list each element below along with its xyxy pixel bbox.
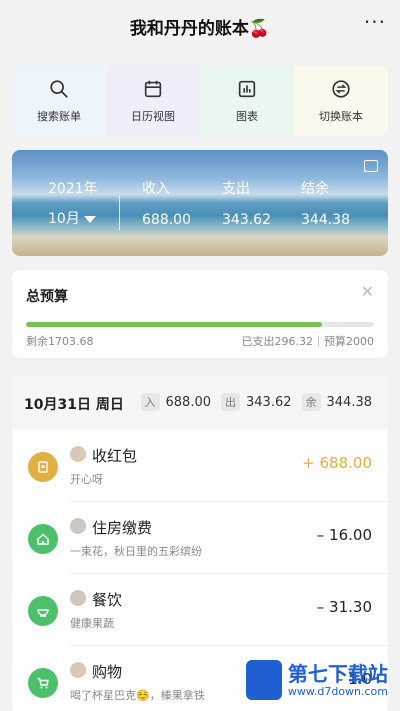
entry-amount: – 16.00 [316,526,372,544]
more-icon[interactable]: ··· [364,10,386,34]
budget-spent-total: 已支出296.32｜预算2000 [241,335,374,348]
expense-tag: 出 [221,393,240,411]
year-label: 2021年 [48,181,98,197]
month-label: 10月 [48,211,80,227]
balance-tag: 余 [301,393,321,411]
house-icon [28,524,58,554]
month-selector[interactable]: 10月 [48,208,96,228]
calendar-view-button[interactable]: 日历视图 [106,66,200,136]
budget-card[interactable]: 总预算 ✕ 剩余1703.68 已支出296.32｜预算2000 [12,270,388,358]
day-balance: 344.38 [326,394,373,410]
expense-summary: 支出 343.62 [222,178,271,228]
budget-remaining: 剩余1703.68 [26,335,94,348]
entry-amount: + 688.00 [302,454,372,472]
switch-book-label: 切换账本 [319,110,363,123]
entry-note: 喝了杯星巴克☺️，榛果拿铁 [70,689,205,702]
bowl-icon [28,596,58,626]
budget-progress-bar [26,322,374,327]
day-header: 10月31日 周日 入 688.00 出 343.62 余 344.38 [12,376,388,430]
budget-title: 总预算 [26,289,68,305]
income-tag: 入 [140,393,160,411]
entry-amount: – 31.30 [316,598,372,616]
watermark-title: 第七下载站 [287,661,388,686]
cart-icon [28,668,58,698]
quick-actions: 搜索账单 日历视图 图表 切换账本 [12,66,388,136]
entry-name: 购物 [92,663,123,681]
calendar-view-label: 日历视图 [131,110,175,123]
day-sums: 入 688.00 出 343.62 余 344.38 [131,393,373,411]
balance-value: 344.38 [301,212,350,228]
chart-icon [238,80,256,98]
charts-button[interactable]: 图表 [200,66,294,136]
balance-label: 结余 [301,181,329,197]
income-summary: 收入 688.00 [142,178,191,228]
search-bills-label: 搜索账单 [37,110,81,123]
avatar [70,446,86,462]
entry-name: 收红包 [92,447,138,465]
entry-note: 开心呀 [70,473,103,486]
switch-book-button[interactable]: 切换账本 [294,66,388,136]
avatar [70,518,86,534]
calendar-icon [144,80,162,98]
day-expense: 343.62 [246,394,292,410]
entry-name: 餐饮 [92,591,123,609]
search-bills-button[interactable]: 搜索账单 [12,66,106,136]
divider [119,196,120,230]
expense-label: 支出 [222,181,250,197]
watermark: 第七下载站 www.d7down.com [245,660,388,700]
list-item[interactable]: 餐饮 健康果蔬 – 31.30 [12,574,388,646]
switch-icon [332,80,350,98]
budget-progress-fill [26,322,323,327]
avatar [70,590,86,606]
image-icon[interactable] [364,160,378,172]
income-value: 688.00 [142,212,191,228]
close-icon[interactable]: ✕ [361,282,374,301]
day-income: 688.00 [165,394,212,410]
month-summary-banner: 2021年 10月 收入 688.00 支出 343.62 结余 344.38 [12,150,388,256]
red-packet-icon [28,452,58,482]
entry-name: 住房缴费 [92,519,153,537]
header: 我和丹丹的账本🍒 ··· [0,0,400,52]
list-item[interactable]: 住房缴费 一束花，秋日里的五彩缤纷 – 16.00 [12,502,388,574]
book-title: 我和丹丹的账本🍒 [129,19,271,39]
search-icon [50,80,68,98]
watermark-logo-icon [245,660,282,700]
balance-summary: 结余 344.38 [301,178,350,228]
list-item[interactable]: 收红包 开心呀 + 688.00 [12,430,388,502]
day-date: 10月31日 周日 [24,397,124,413]
watermark-url: www.d7down.com [287,684,388,698]
avatar [70,662,86,678]
chevron-down-icon [83,215,96,223]
income-label: 收入 [142,181,170,197]
entry-note: 健康果蔬 [70,617,114,630]
entry-note: 一束花，秋日里的五彩缤纷 [70,545,202,558]
charts-label: 图表 [236,110,258,123]
expense-value: 343.62 [222,212,271,228]
